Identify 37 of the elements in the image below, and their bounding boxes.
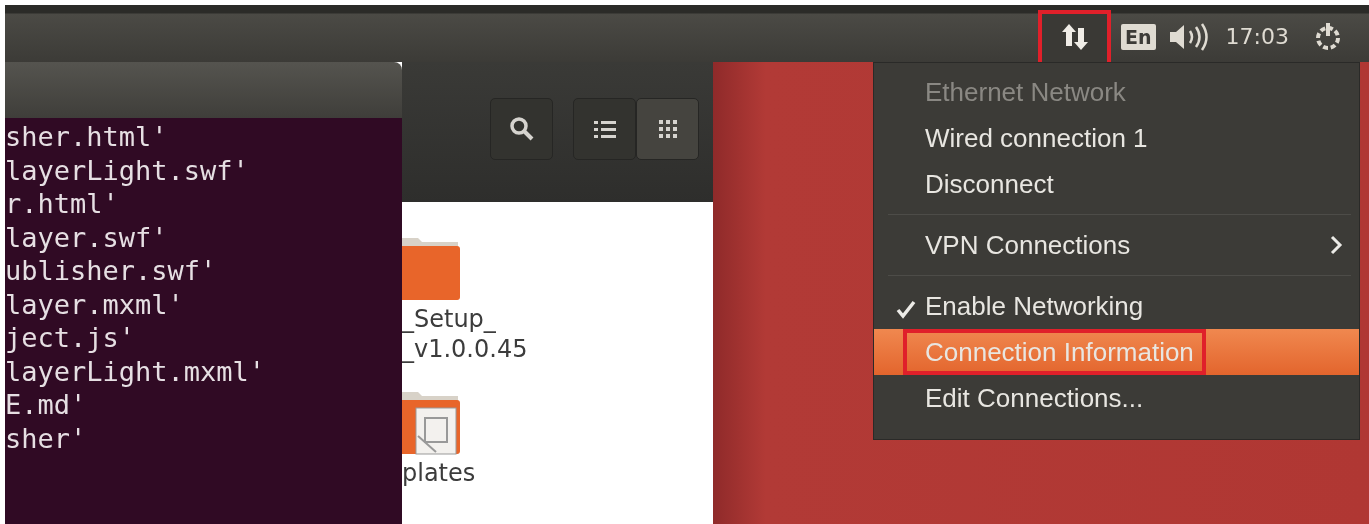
menu-item-label: VPN Connections [925, 229, 1131, 261]
grid-view-button[interactable] [636, 98, 699, 160]
terminal-output-line: r.html' [5, 187, 120, 221]
terminal-output-line: layerLight.mxml' [5, 354, 267, 388]
speaker-icon[interactable] [1167, 22, 1210, 51]
clock[interactable]: 17:03 [1225, 24, 1289, 49]
menu-item-label: Edit Connections... [925, 382, 1144, 414]
terminal-output-line: ject.js' [5, 321, 137, 355]
terminal-output-line: E.md' [5, 388, 88, 422]
menu-item[interactable]: Disconnect [874, 161, 1359, 207]
keyboard-layout-indicator[interactable]: En [1121, 23, 1156, 50]
grid-view-icon [657, 119, 678, 139]
terminal-output-line: layer.mxml' [5, 287, 185, 321]
menu-item[interactable]: Edit Connections... [874, 375, 1359, 421]
checkmark-icon [896, 299, 916, 319]
terminal-output-line: sher.html' [5, 120, 169, 154]
list-view-icon [593, 119, 616, 139]
menu-item[interactable]: Wired connection 1 [874, 115, 1359, 161]
file-name: _v1.0.0.45 [402, 334, 528, 364]
terminal-output-line: layer.swf' [5, 220, 169, 254]
menu-item-label: Enable Networking [925, 290, 1144, 322]
menu-item[interactable]: Enable Networking [874, 283, 1359, 329]
menu-item-label: Wired connection 1 [925, 122, 1148, 154]
terminal-output-line: layerLight.swf' [5, 153, 250, 187]
chevron-right-icon [1329, 234, 1343, 256]
menu-item-label: Disconnect [925, 168, 1054, 200]
terminal-output-line: ublisher.swf' [5, 254, 218, 288]
menu-header: Ethernet Network [924, 75, 1127, 109]
search-button[interactable] [490, 98, 553, 160]
menu-item-label: Connection Information [925, 336, 1194, 368]
list-view-button[interactable] [573, 98, 636, 160]
file-name: _Setup_ [402, 304, 496, 334]
network-indicator[interactable] [1038, 11, 1112, 62]
terminal-output-line: sher' [5, 421, 88, 455]
search-icon [508, 116, 535, 142]
menu-item[interactable]: VPN Connections [874, 222, 1359, 268]
file-name: plates [402, 458, 476, 488]
